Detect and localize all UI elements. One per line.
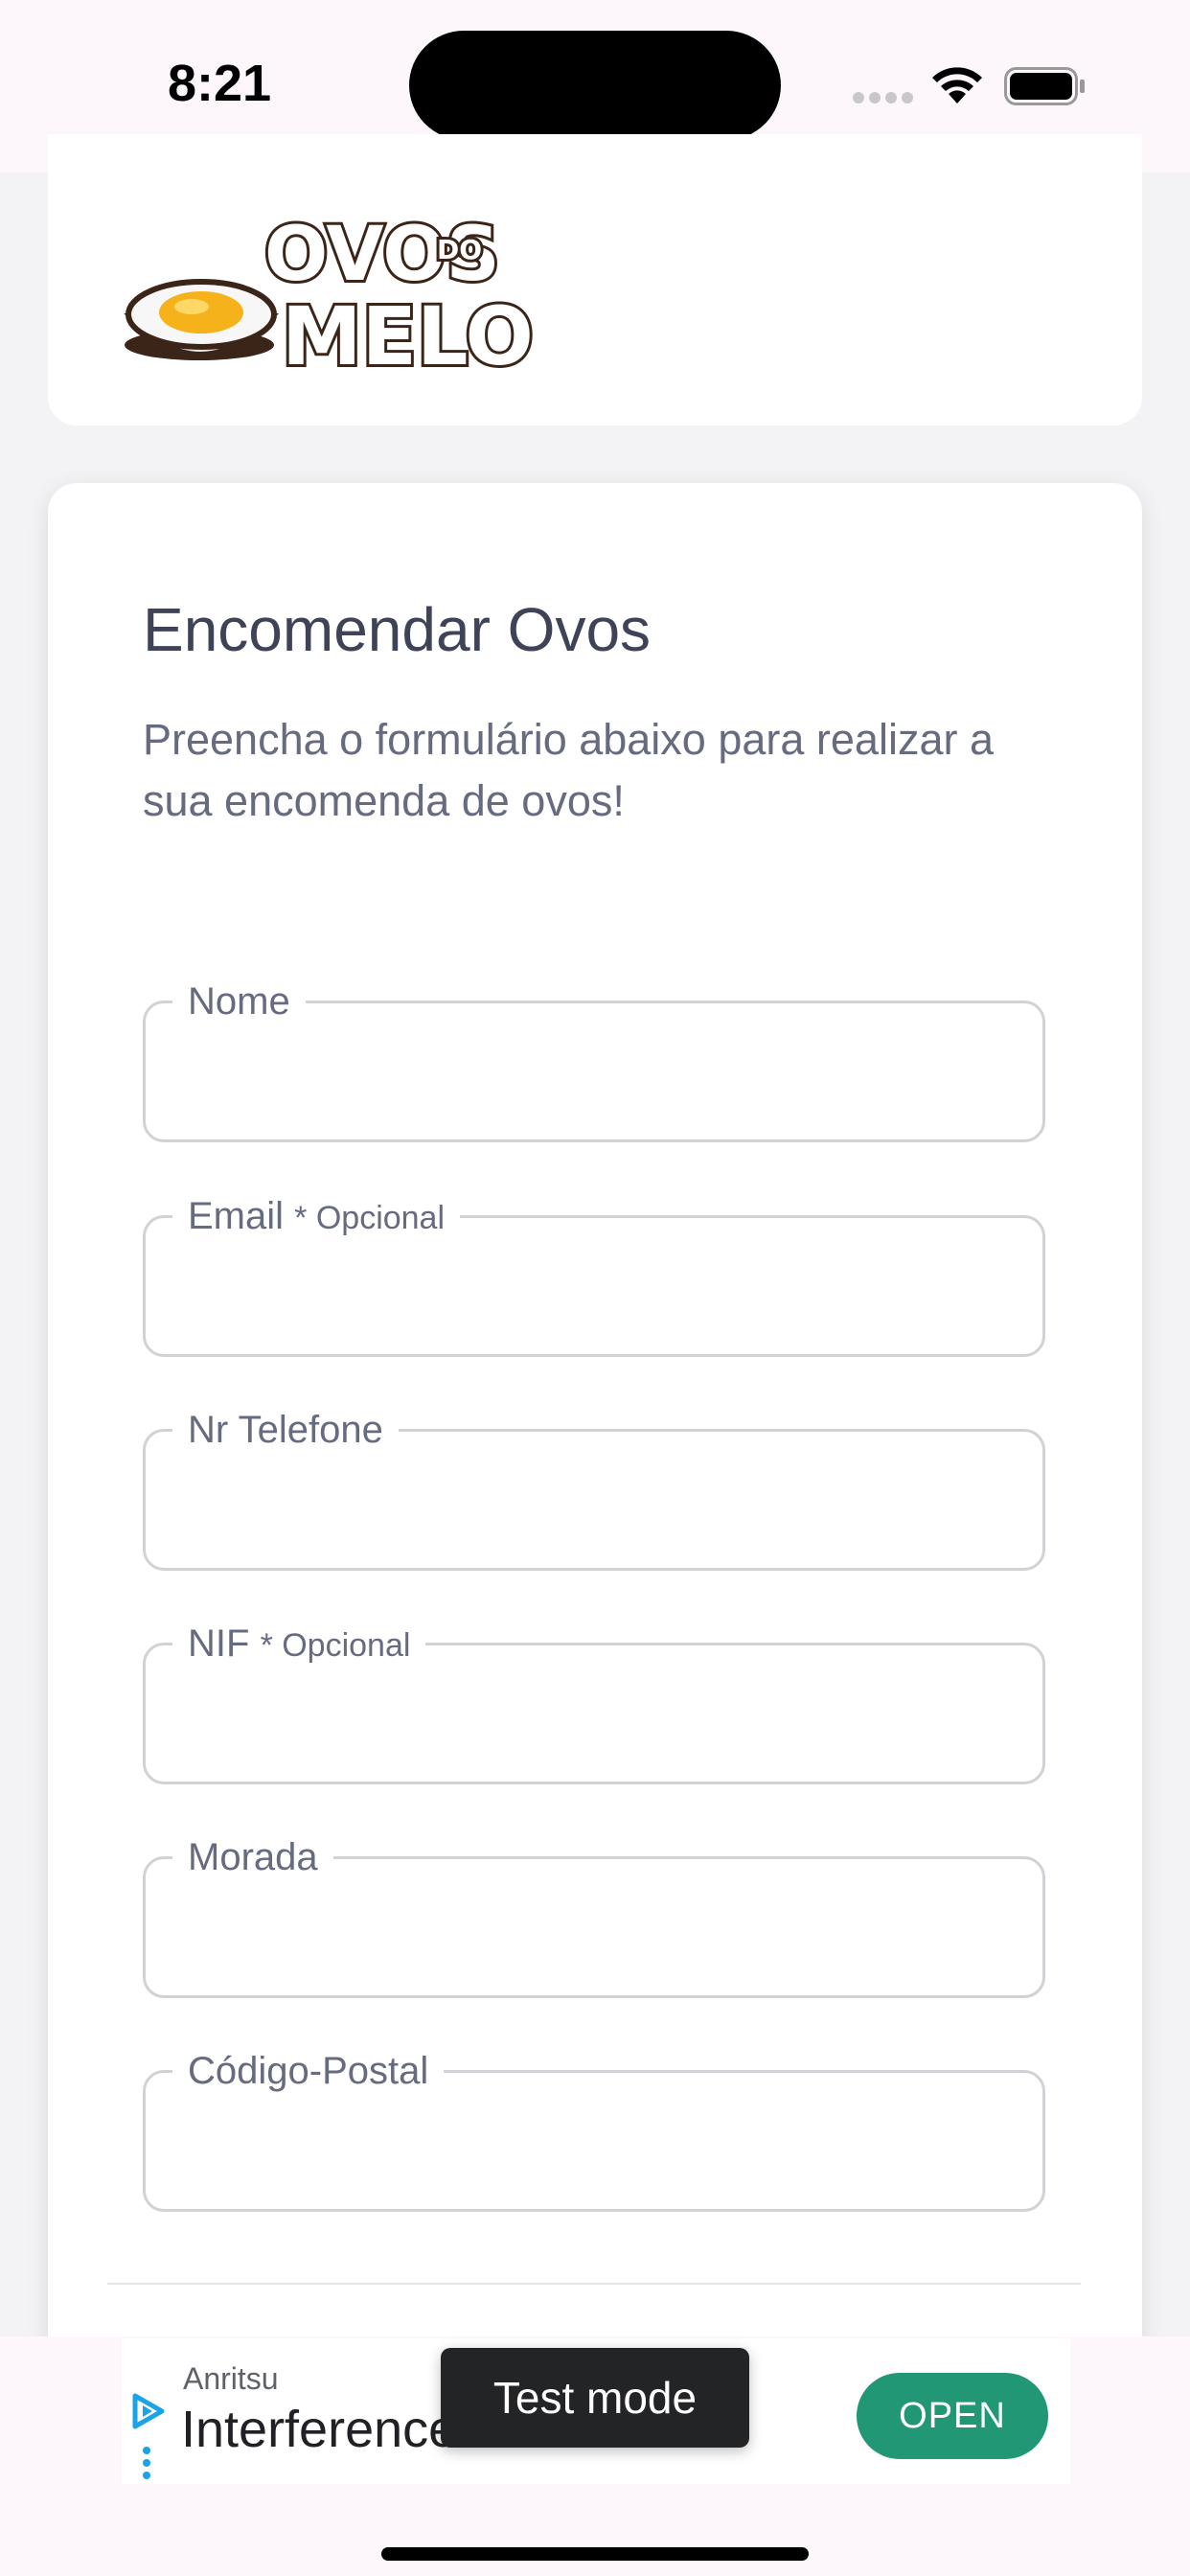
codigo-postal-field[interactable]: Código-Postal — [143, 2040, 1045, 2212]
ovos-do-melo-logo[interactable]: OVOS DO MELO — [121, 201, 533, 393]
email-label: Email * Opcional — [172, 1185, 461, 1249]
logo-text-do: DO — [437, 234, 482, 265]
morada-label: Morada — [172, 1827, 333, 1888]
nif-label: NIF * Opcional — [172, 1613, 426, 1676]
header-logo-card: OVOS DO MELO — [48, 134, 1142, 426]
ad-open-button[interactable]: OPEN — [857, 2373, 1048, 2459]
wifi-icon — [932, 67, 982, 104]
nif-optional-hint: * Opcional — [260, 1627, 411, 1664]
nome-input[interactable] — [165, 1032, 1027, 1128]
email-optional-hint: * Opcional — [294, 1200, 446, 1236]
email-field[interactable]: Email * Opcional — [143, 1185, 1045, 1357]
form-subtitle: Preencha o formulário abaixo para realiz… — [143, 715, 994, 825]
status-time: 8:21 — [168, 55, 272, 112]
codigo-postal-label: Código-Postal — [172, 2040, 445, 2102]
dynamic-island — [409, 31, 781, 140]
telefone-input[interactable] — [165, 1460, 1027, 1556]
section-divider — [107, 2283, 1081, 2285]
battery-icon — [1004, 67, 1085, 105]
adchoices-icon[interactable] — [129, 2392, 168, 2430]
ad-sponsor: Anritsu — [183, 2361, 279, 2396]
nome-field[interactable]: Nome — [143, 971, 1045, 1142]
form-title: Encomendar Ovos — [143, 595, 652, 664]
morada-field[interactable]: Morada — [143, 1827, 1045, 1998]
ad-options-icon[interactable] — [141, 2446, 152, 2480]
order-form-card: Encomendar Ovos Preencha o formulário ab… — [48, 483, 1142, 2576]
test-mode-badge: Test mode — [441, 2348, 749, 2448]
telefone-label: Nr Telefone — [172, 1399, 399, 1460]
signal-dots-icon — [853, 92, 914, 104]
morada-input[interactable] — [165, 1888, 1027, 1984]
home-indicator[interactable] — [381, 2547, 809, 2561]
logo-text-melo: MELO — [282, 289, 533, 383]
nif-input[interactable] — [165, 1674, 1027, 1770]
email-input[interactable] — [165, 1247, 1027, 1343]
nome-label: Nome — [172, 971, 306, 1032]
codigo-postal-input[interactable] — [165, 2102, 1027, 2197]
nif-field[interactable]: NIF * Opcional — [143, 1613, 1045, 1784]
telefone-field[interactable]: Nr Telefone — [143, 1399, 1045, 1571]
